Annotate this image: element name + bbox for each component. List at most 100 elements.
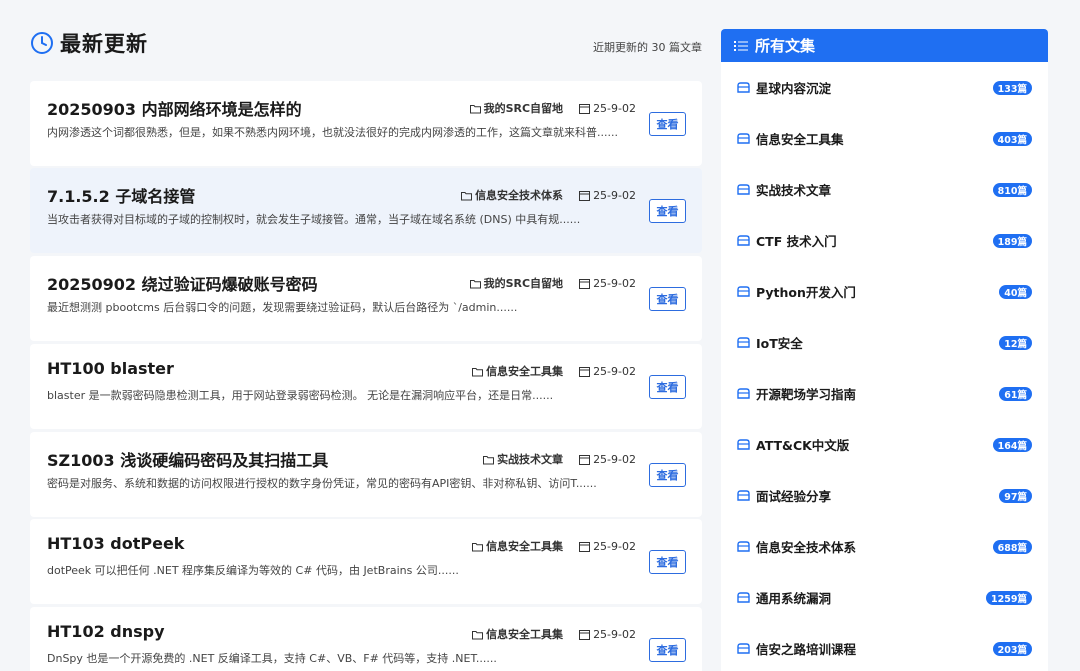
article-title[interactable]: 20250903 内部网络环境是怎样的 bbox=[47, 96, 302, 120]
collection-icon bbox=[737, 82, 750, 93]
collection-icon bbox=[737, 337, 750, 348]
collection-icon bbox=[737, 439, 750, 450]
collection-label[interactable]: CTF 技术入门 bbox=[756, 231, 837, 250]
collection-count-badge: 40篇 bbox=[999, 285, 1032, 299]
collection-label[interactable]: 通用系统漏洞 bbox=[756, 588, 831, 607]
view-article-button[interactable]: 查看 bbox=[649, 638, 686, 662]
calendar-icon bbox=[579, 103, 591, 114]
collection-label[interactable]: 开源靶场学习指南 bbox=[756, 384, 856, 403]
clock-icon bbox=[31, 32, 53, 54]
collection-label[interactable]: 信息安全工具集 bbox=[756, 129, 844, 148]
article-title[interactable]: HT103 dotPeek bbox=[47, 534, 184, 553]
collection-icon bbox=[737, 643, 750, 654]
view-article-button[interactable]: 查看 bbox=[649, 112, 686, 136]
collection-item[interactable]: 通用系统漏洞 1259篇 bbox=[721, 572, 1048, 623]
collection-count-badge: 61篇 bbox=[999, 387, 1032, 401]
article-excerpt: DnSpy 也是一个开源免费的 .NET 反编译工具，支持 C#、VB、F# 代… bbox=[47, 652, 497, 665]
calendar-icon bbox=[579, 541, 591, 552]
article-meta: 信息安全工具集 25-9-02 bbox=[472, 626, 636, 642]
article-category[interactable]: 信息安全工具集 bbox=[486, 626, 563, 642]
article-meta: 信息安全技术体系 25-9-02 bbox=[461, 187, 636, 203]
article-category[interactable]: 信息安全工具集 bbox=[486, 363, 563, 379]
collection-label[interactable]: 信息安全技术体系 bbox=[756, 537, 856, 556]
collection-count-badge: 133篇 bbox=[992, 81, 1032, 95]
collection-label[interactable]: IoT安全 bbox=[756, 333, 803, 352]
article-meta: 信息安全工具集 25-9-02 bbox=[472, 363, 636, 379]
article-date: 25-9-02 bbox=[593, 364, 636, 378]
collection-count-badge: 810篇 bbox=[992, 183, 1032, 197]
collection-label[interactable]: 信安之路培训课程 bbox=[756, 639, 856, 658]
folder-icon bbox=[472, 367, 484, 376]
recent-count-note: 近期更新的 30 篇文章 bbox=[593, 41, 702, 54]
article-card[interactable]: 20250903 内部网络环境是怎样的 我的SRC自留地 25-9-02 内网渗透这个… bbox=[30, 81, 702, 166]
calendar-icon bbox=[579, 454, 591, 465]
folder-icon bbox=[469, 279, 481, 288]
collection-icon bbox=[737, 490, 750, 501]
collection-item[interactable]: ATT&CK中文版 164篇 bbox=[721, 419, 1048, 470]
collection-count-badge: 688篇 bbox=[992, 540, 1032, 554]
folder-icon bbox=[472, 630, 484, 639]
article-card[interactable]: 7.1.5.2 子域名接管 信息安全技术体系 25-9-02 当攻击者获得对目标域的子… bbox=[30, 168, 702, 253]
collection-item[interactable]: 信安之路培训课程 203篇 bbox=[721, 623, 1048, 671]
collection-item[interactable]: 面试经验分享 97篇 bbox=[721, 470, 1048, 521]
latest-updates-section: 最新更新 近期更新的 30 篇文章 20250903 内部网络环境是怎样的我的S… bbox=[30, 24, 702, 671]
article-category[interactable]: 实战技术文章 bbox=[497, 451, 563, 467]
collection-item[interactable]: CTF 技术入门 189篇 bbox=[721, 215, 1048, 266]
collection-label[interactable]: 面试经验分享 bbox=[756, 486, 831, 505]
collection-icon bbox=[737, 184, 750, 195]
folder-icon bbox=[469, 104, 481, 113]
article-card[interactable]: HT103 dotPeek 信息安全工具集 25-9-02 dotPeek 可以把任何… bbox=[30, 519, 702, 604]
collection-icon bbox=[737, 592, 750, 603]
collection-label[interactable]: 星球内容沉淀 bbox=[756, 78, 831, 97]
article-title[interactable]: HT102 dnspy bbox=[47, 622, 165, 641]
collection-count-badge: 164篇 bbox=[992, 438, 1032, 452]
collection-item[interactable]: Python开发入门 40篇 bbox=[721, 266, 1048, 317]
sidebar-header: 所有文集 bbox=[721, 29, 1048, 62]
collection-icon bbox=[737, 286, 750, 297]
list-icon bbox=[734, 40, 748, 51]
article-card[interactable]: HT100 blaster 信息安全工具集 25-9-02 blaster 是一款弱密… bbox=[30, 344, 702, 429]
collection-icon bbox=[737, 541, 750, 552]
view-article-button[interactable]: 查看 bbox=[649, 287, 686, 311]
article-title[interactable]: 20250902 绕过验证码爆破账号密码 bbox=[47, 271, 318, 295]
article-date: 25-9-02 bbox=[593, 627, 636, 641]
collection-item[interactable]: 开源靶场学习指南 61篇 bbox=[721, 368, 1048, 419]
article-meta: 实战技术文章 25-9-02 bbox=[483, 451, 636, 467]
article-date: 25-9-02 bbox=[593, 101, 636, 115]
article-title[interactable]: HT100 blaster bbox=[47, 359, 174, 378]
collection-label[interactable]: 实战技术文章 bbox=[756, 180, 831, 199]
view-article-button[interactable]: 查看 bbox=[649, 550, 686, 574]
article-card[interactable]: 20250902 绕过验证码爆破账号密码 我的SRC自留地 25-9-02 最近想测测… bbox=[30, 256, 702, 341]
section-header: 最新更新 近期更新的 30 篇文章 bbox=[30, 24, 702, 64]
collection-count-badge: 403篇 bbox=[992, 132, 1032, 146]
collection-count-badge: 203篇 bbox=[992, 642, 1032, 656]
page-title: 最新更新 bbox=[60, 32, 148, 56]
collection-count-badge: 12篇 bbox=[999, 336, 1032, 350]
article-date: 25-9-02 bbox=[593, 276, 636, 290]
article-date: 25-9-02 bbox=[593, 188, 636, 202]
collection-label[interactable]: ATT&CK中文版 bbox=[756, 435, 849, 454]
collection-item[interactable]: 信息安全工具集 403篇 bbox=[721, 113, 1048, 164]
article-category[interactable]: 我的SRC自留地 bbox=[484, 275, 563, 291]
collection-label[interactable]: Python开发入门 bbox=[756, 282, 856, 301]
calendar-icon bbox=[579, 629, 591, 640]
article-title[interactable]: 7.1.5.2 子域名接管 bbox=[47, 183, 195, 207]
article-category[interactable]: 信息安全工具集 bbox=[486, 538, 563, 554]
collection-item[interactable]: 实战技术文章 810篇 bbox=[721, 164, 1048, 215]
article-card[interactable]: SZ1003 浅谈硬编码密码及其扫描工具 实战技术文章 25-9-02 密码是对服务、… bbox=[30, 432, 702, 517]
article-card[interactable]: HT102 dnspy 信息安全工具集 25-9-02 DnSpy 也是一个开源免费的… bbox=[30, 607, 702, 671]
collection-item[interactable]: 信息安全技术体系 688篇 bbox=[721, 521, 1048, 572]
title-wrap: 最新更新 bbox=[30, 28, 148, 58]
view-article-button[interactable]: 查看 bbox=[649, 463, 686, 487]
article-meta: 信息安全工具集 25-9-02 bbox=[472, 538, 636, 554]
article-title[interactable]: SZ1003 浅谈硬编码密码及其扫描工具 bbox=[47, 447, 328, 471]
article-category[interactable]: 信息安全技术体系 bbox=[475, 187, 563, 203]
collection-icon bbox=[737, 388, 750, 399]
view-article-button[interactable]: 查看 bbox=[649, 375, 686, 399]
collection-count-badge: 97篇 bbox=[999, 489, 1032, 503]
article-category[interactable]: 我的SRC自留地 bbox=[484, 100, 563, 116]
collection-item[interactable]: IoT安全 12篇 bbox=[721, 317, 1048, 368]
view-article-button[interactable]: 查看 bbox=[649, 199, 686, 223]
article-excerpt: blaster 是一款弱密码隐患检测工具，用于网站登录弱密码检测。 无论是在漏洞… bbox=[47, 389, 554, 402]
collection-item[interactable]: 星球内容沉淀 133篇 bbox=[721, 62, 1048, 113]
